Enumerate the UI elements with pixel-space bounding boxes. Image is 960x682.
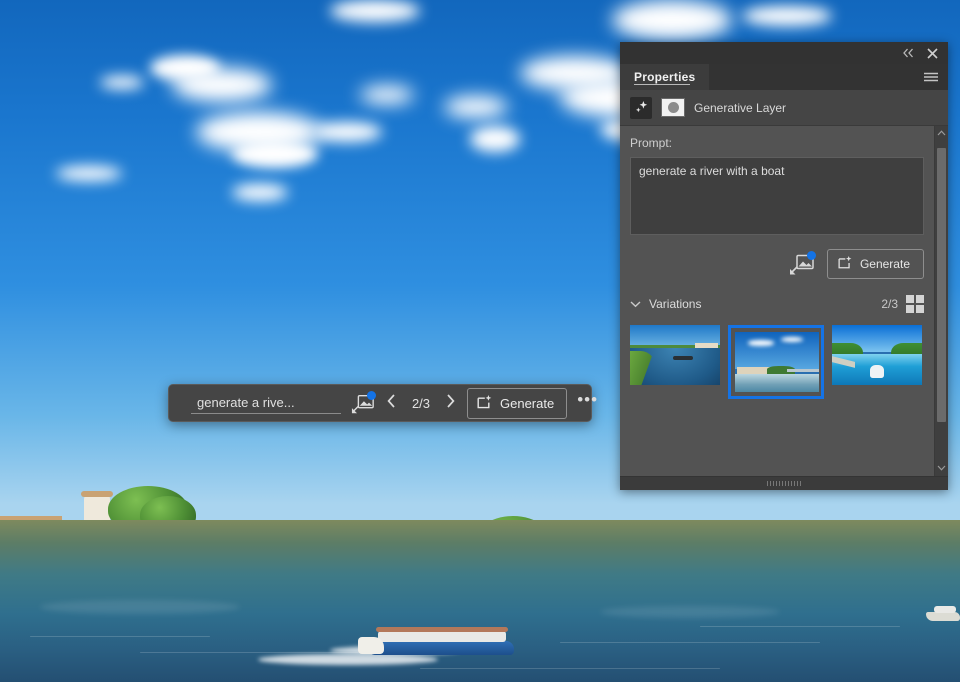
water-ripple [30,636,210,637]
panel-body: Prompt: generate a river with a boat Gen… [620,126,948,476]
more-options-icon[interactable]: ••• [577,390,598,416]
water-ripple [560,642,820,643]
thumb-sky [735,332,819,370]
reference-image-icon[interactable] [789,251,816,275]
generative-layer-row[interactable]: Generative Layer [620,90,948,126]
variation-thumbnail-3[interactable] [832,325,922,385]
generate-button[interactable]: Generate [826,249,924,279]
cloud [56,166,122,181]
variations-header[interactable]: Variations 2/3 [620,279,934,313]
thumb-boat [673,356,693,360]
cloud [330,0,420,22]
panel-tab-bar[interactable]: Properties [620,64,948,90]
scroll-up-icon[interactable] [937,129,946,138]
scrollbar-track[interactable] [937,142,946,460]
cloud [360,86,414,104]
variation-3-image [832,325,922,385]
close-panel-icon[interactable] [927,47,938,59]
variations-strip[interactable] [620,313,934,399]
cloud [232,140,318,168]
variation-counter: 2/3 [411,395,431,411]
taskbar-prompt-input[interactable]: generate a rive... [191,393,341,414]
water-ripple [700,626,900,627]
cloud [172,68,272,102]
thumb-water [735,374,819,392]
scroll-down-icon[interactable] [937,464,946,473]
cloud [232,184,288,201]
thumb-cloud [748,340,774,346]
cloud [444,96,508,118]
next-variation-button[interactable] [444,394,457,412]
thumb-town [736,366,771,374]
resize-grip-icon [767,481,801,486]
generate-sparkle-icon [477,394,493,413]
previous-variation-button[interactable] [385,394,398,412]
prompt-label: Prompt: [630,136,673,150]
grid-view-icon[interactable] [906,295,924,313]
generative-layer-name: Generative Layer [694,100,787,115]
prompt-textarea[interactable]: generate a river with a boat [630,157,924,235]
cloud [312,122,382,142]
taskbar-generate-label: Generate [500,395,555,411]
panel-scrollbar[interactable] [934,126,948,476]
collapse-panel-icon[interactable] [902,48,915,58]
variation-2-image [735,332,819,392]
layer-mask-thumbnail[interactable] [661,98,685,117]
moored-boat [926,612,960,621]
variations-title: Variations [649,297,702,311]
prompt-action-row: Generate [620,235,934,279]
thumb-boat [869,364,885,378]
prompt-section: Prompt: generate a river with a boat [620,126,934,235]
reference-image-badge [367,390,376,400]
tab-active-underline [634,84,690,85]
tab-properties[interactable]: Properties [620,64,710,90]
chevron-down-icon[interactable] [630,297,641,311]
water-ripple [420,668,720,669]
moored-boat-cabin [934,606,956,613]
variation-1-image [630,325,720,385]
thumb-cloud [781,336,804,342]
water-reflection [600,606,780,618]
tour-boat-bow [358,637,384,654]
water-reflection [40,600,240,614]
cloud [612,0,732,40]
cloud [100,76,144,89]
tour-boat-cabin [378,631,506,642]
panel-menu-icon[interactable] [924,64,948,90]
variation-thumbnail-1[interactable] [630,325,720,385]
mask-shape [667,102,679,113]
scrollbar-thumb[interactable] [937,148,946,422]
properties-panel[interactable]: Properties Generative Layer Prompt: gene… [620,42,948,490]
panel-scroll-content: Prompt: generate a river with a boat Gen… [620,126,934,476]
generative-sparkle-icon [630,96,652,119]
generate-button-label: Generate [859,257,910,271]
boat-wake [258,654,438,665]
cloud [470,126,520,152]
variations-count: 2/3 [881,297,898,311]
tour-boat-hull [366,641,514,655]
tour-boat-roof [376,627,508,632]
tab-properties-label: Properties [634,69,696,84]
variation-thumbnail-2[interactable] [728,325,824,399]
panel-titlebar [620,42,948,64]
thumb-bridge [787,369,819,373]
taskbar-generate-button[interactable]: Generate [467,387,568,419]
reference-image-icon[interactable] [351,390,376,414]
reference-image-badge [806,251,816,260]
tower-roof [81,491,113,497]
generate-sparkle-icon [838,255,853,273]
panel-resize-footer[interactable] [620,476,948,490]
cloud [742,6,832,26]
contextual-taskbar[interactable]: generate a rive... 2/3 Generate ••• [168,384,597,422]
